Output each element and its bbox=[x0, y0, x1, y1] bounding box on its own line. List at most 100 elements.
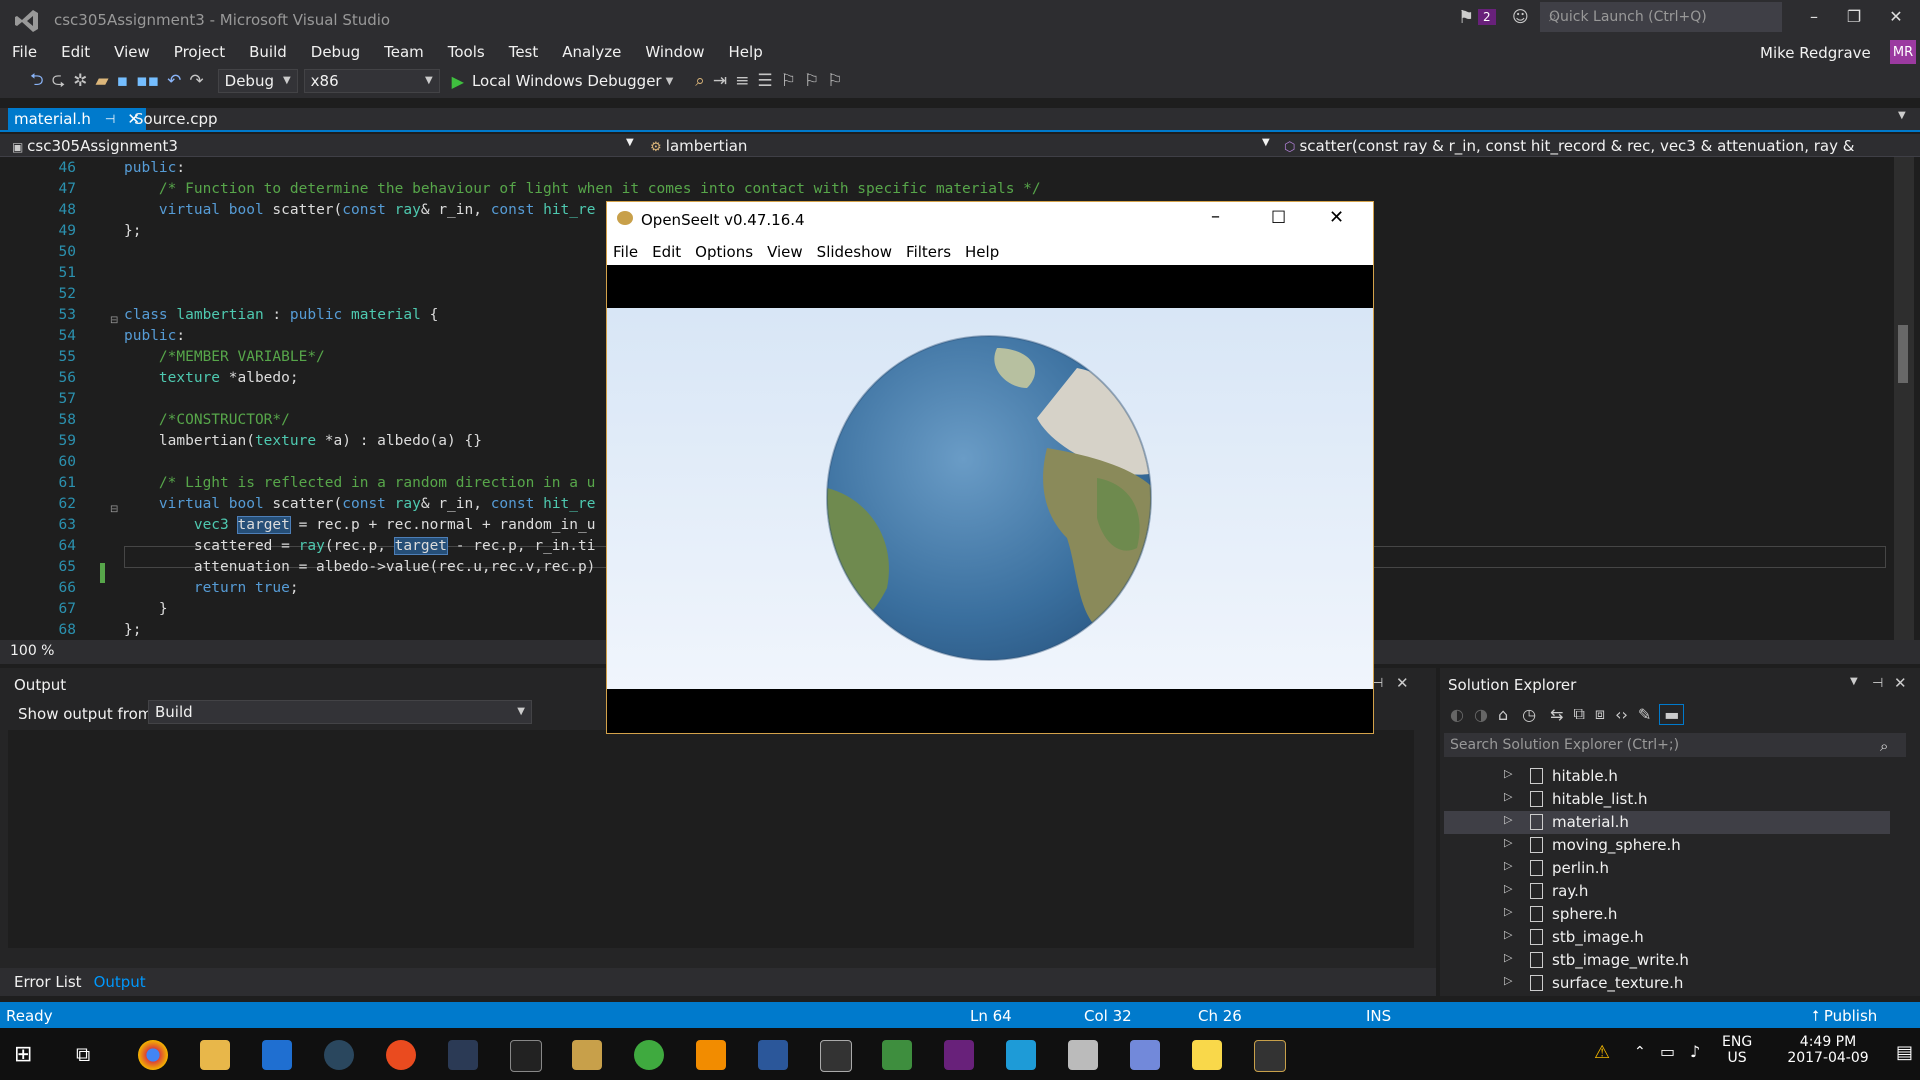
redo-icon[interactable]: ↷ bbox=[189, 71, 203, 91]
word-icon[interactable] bbox=[758, 1040, 788, 1070]
menu-file[interactable]: File bbox=[0, 40, 49, 64]
file-item[interactable]: ▷ material.h bbox=[1504, 811, 1894, 834]
new-project-icon[interactable]: ✲ bbox=[73, 71, 87, 91]
menu-analyze[interactable]: Analyze bbox=[550, 40, 633, 64]
warning-icon[interactable]: ⚠ bbox=[1594, 1042, 1610, 1063]
step-icon[interactable]: ⇥ bbox=[713, 71, 727, 91]
avatar[interactable]: MR bbox=[1890, 40, 1916, 66]
menu-window[interactable]: Window bbox=[633, 40, 716, 64]
minimize-button[interactable]: – bbox=[1211, 206, 1220, 227]
scope-dropdown[interactable]: ⚙ lambertian bbox=[650, 137, 747, 155]
file-item[interactable]: ▷ stb_image.h bbox=[1504, 926, 1894, 949]
chevron-down-icon[interactable]: ▼ bbox=[626, 137, 634, 148]
file-item[interactable]: ▷ hitable.h bbox=[1504, 765, 1894, 788]
maximize-button[interactable]: ☐ bbox=[1271, 208, 1286, 228]
zoom-level[interactable]: 100 % bbox=[10, 643, 54, 659]
output-source-dropdown[interactable]: Build ▼ bbox=[148, 700, 532, 724]
forward-icon[interactable]: ◑ bbox=[1474, 705, 1488, 724]
project-dropdown[interactable]: ▣ csc305Assignment3 bbox=[12, 137, 178, 155]
back-icon[interactable]: ◐ bbox=[1450, 705, 1464, 724]
visual-studio-taskbar-icon[interactable] bbox=[944, 1040, 974, 1070]
next-bookmark-icon[interactable]: ⚐ bbox=[827, 71, 842, 91]
menu-project[interactable]: Project bbox=[162, 40, 237, 64]
expand-icon[interactable]: ▷ bbox=[1504, 813, 1512, 826]
user-name[interactable]: Mike Redgrave bbox=[1760, 44, 1871, 62]
file-item[interactable]: ▷ stb_image_write.h bbox=[1504, 949, 1894, 972]
close-button[interactable]: ✕ bbox=[1876, 4, 1916, 30]
start-debugger-button[interactable]: Local Windows Debugger bbox=[472, 72, 662, 90]
open-file-icon[interactable]: ▰ bbox=[96, 71, 109, 91]
restore-button[interactable]: ❐ bbox=[1834, 4, 1874, 30]
show-all-files-icon[interactable]: ⧈ bbox=[1595, 704, 1605, 724]
tab-overflow-icon[interactable]: ▼ bbox=[1898, 110, 1906, 121]
league-icon[interactable] bbox=[572, 1040, 602, 1070]
feedback-icon[interactable]: ☺ bbox=[1512, 7, 1529, 26]
properties-icon[interactable]: ✎ bbox=[1638, 705, 1651, 724]
file-item[interactable]: ▷ hitable_list.h bbox=[1504, 788, 1894, 811]
viewer-menu-slideshow[interactable]: Slideshow bbox=[817, 243, 892, 261]
close-icon[interactable]: ✕ bbox=[1894, 674, 1907, 692]
prev-bookmark-icon[interactable]: ⚐ bbox=[804, 71, 819, 91]
notepad-icon[interactable] bbox=[882, 1040, 912, 1070]
openseeit-taskbar-icon[interactable] bbox=[1254, 1040, 1286, 1072]
viewer-menu-options[interactable]: Options bbox=[695, 243, 753, 261]
vlc-icon[interactable] bbox=[696, 1040, 726, 1070]
sticky-notes-icon[interactable] bbox=[1192, 1040, 1222, 1070]
terminal-icon[interactable] bbox=[820, 1040, 852, 1072]
editor-scrollbar[interactable] bbox=[1894, 157, 1914, 640]
tab-output[interactable]: Output bbox=[94, 973, 146, 991]
network-icon[interactable]: ▭ bbox=[1660, 1042, 1675, 1061]
viewer-menu-file[interactable]: File bbox=[613, 243, 638, 261]
sync-icon[interactable]: ⇆ bbox=[1550, 705, 1563, 724]
app-icon[interactable] bbox=[448, 1040, 478, 1070]
expand-icon[interactable]: ▷ bbox=[1504, 882, 1512, 895]
file-item[interactable]: ▷ perlin.h bbox=[1504, 857, 1894, 880]
tab-error-list[interactable]: Error List bbox=[14, 973, 82, 991]
menu-edit[interactable]: Edit bbox=[49, 40, 102, 64]
view-code-icon[interactable]: ‹› bbox=[1615, 705, 1628, 724]
file-item[interactable]: ▷ sphere.h bbox=[1504, 903, 1894, 926]
language-indicator[interactable]: ENG US bbox=[1722, 1034, 1752, 1066]
expand-icon[interactable]: ▷ bbox=[1504, 767, 1512, 780]
expand-icon[interactable]: ▷ bbox=[1504, 928, 1512, 941]
volume-icon[interactable]: ♪ bbox=[1690, 1042, 1700, 1061]
steam-icon[interactable] bbox=[324, 1040, 354, 1070]
save-all-icon[interactable]: ▪▪ bbox=[136, 71, 159, 91]
back-icon[interactable]: ⮌ bbox=[30, 67, 44, 96]
chevron-down-icon[interactable]: ▼ bbox=[666, 76, 674, 87]
menu-build[interactable]: Build bbox=[237, 40, 299, 64]
configuration-dropdown[interactable]: Debug ▼ bbox=[217, 69, 298, 93]
expand-icon[interactable]: ▷ bbox=[1504, 974, 1512, 987]
utorrent-icon[interactable] bbox=[634, 1040, 664, 1070]
play-icon[interactable]: ▶ bbox=[452, 72, 464, 91]
viewer-menu-view[interactable]: View bbox=[767, 243, 803, 261]
pin-icon[interactable]: ⊣ bbox=[105, 108, 115, 130]
solution-search-input[interactable]: Search Solution Explorer (Ctrl+;) ⌕ bbox=[1444, 733, 1906, 757]
minimize-button[interactable]: – bbox=[1794, 4, 1834, 30]
menu-view[interactable]: View bbox=[102, 40, 162, 64]
forward-icon[interactable]: ⮎ bbox=[52, 67, 66, 96]
output-text-area[interactable] bbox=[8, 730, 1414, 948]
viewer-menu-edit[interactable]: Edit bbox=[652, 243, 681, 261]
collapse-icon[interactable]: ⊟ bbox=[110, 315, 118, 326]
viewer-menu-help[interactable]: Help bbox=[965, 243, 999, 261]
quick-launch-input[interactable]: Quick Launch (Ctrl+Q) ⌕ bbox=[1540, 2, 1782, 32]
origin-icon[interactable] bbox=[386, 1040, 416, 1070]
scrollbar-thumb[interactable] bbox=[1898, 325, 1908, 383]
tab-material-h[interactable]: material.h ⊣ ✕ bbox=[8, 108, 146, 130]
platform-dropdown[interactable]: x86 ▼ bbox=[303, 69, 440, 93]
expand-icon[interactable]: ▷ bbox=[1504, 859, 1512, 872]
expand-icon[interactable]: ▷ bbox=[1504, 836, 1512, 849]
chevron-up-icon[interactable]: ⌃ bbox=[1634, 1044, 1646, 1060]
clock[interactable]: 4:49 PM 2017-04-09 bbox=[1778, 1034, 1878, 1066]
indent-icon[interactable]: ≡ bbox=[735, 71, 749, 91]
history-icon[interactable]: ◷ bbox=[1522, 705, 1536, 724]
comment-icon[interactable]: ☰ bbox=[757, 71, 772, 91]
preview-icon[interactable]: ▬ bbox=[1659, 703, 1685, 725]
close-icon[interactable]: ✕ bbox=[1396, 674, 1409, 692]
task-view-icon[interactable]: ⧉ bbox=[76, 1042, 90, 1066]
collapse-icon[interactable]: ⊟ bbox=[110, 504, 118, 515]
defender-icon[interactable] bbox=[262, 1040, 292, 1070]
menu-debug[interactable]: Debug bbox=[299, 40, 372, 64]
windows-start-icon[interactable]: ⊞ bbox=[14, 1042, 32, 1067]
